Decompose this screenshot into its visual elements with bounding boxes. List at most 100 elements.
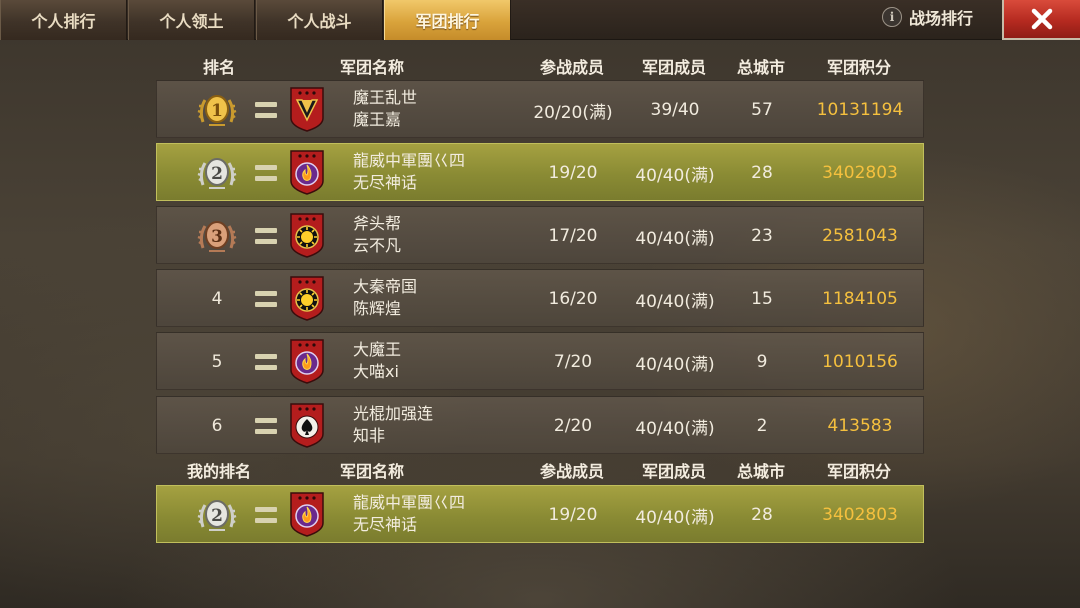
silver-medal-icon: 2 bbox=[197, 500, 237, 531]
score-value: 2581043 bbox=[822, 226, 898, 246]
header-score: 军团积分 bbox=[826, 58, 892, 77]
legion-leader: 无尽神话 bbox=[353, 173, 418, 192]
header-legion-name: 军团名称 bbox=[339, 58, 405, 77]
members-value: 40/40(满) bbox=[635, 228, 715, 249]
header-score: 军团积分 bbox=[826, 462, 892, 481]
legion-name: 斧头帮 bbox=[353, 214, 402, 233]
legion-name: 大秦帝国 bbox=[353, 277, 418, 296]
trend-equal-icon bbox=[255, 270, 277, 328]
table-row[interactable]: 2 龍威中軍團巜四 无尽神话 19/20 40/40(满) 28 3402803 bbox=[156, 143, 924, 201]
legion-name: 龍威中軍團巜四 bbox=[353, 493, 466, 512]
rank-medal-silver: 2 bbox=[197, 144, 237, 202]
header-rank: 排名 bbox=[202, 58, 236, 77]
table-row[interactable]: 5 大魔王 大喵xi 7/20 40/40(满) 9 1010156 bbox=[156, 332, 924, 390]
info-icon[interactable]: i bbox=[882, 7, 902, 27]
legion-leader: 知非 bbox=[353, 426, 386, 445]
table-row[interactable]: 3 斧头帮 云不凡 17/20 40/40(满) 23 2581043 bbox=[156, 206, 924, 264]
participants-value: 19/20 bbox=[548, 505, 598, 525]
score-value: 413583 bbox=[827, 416, 893, 436]
svg-text:1: 1 bbox=[211, 101, 223, 121]
rank-number: 6 bbox=[211, 416, 223, 436]
members-value: 40/40(满) bbox=[635, 507, 715, 528]
legion-name-block: 龍威中軍團巜四 无尽神话 bbox=[353, 150, 465, 194]
rank-medal-silver: 2 bbox=[197, 486, 237, 544]
legion-name-block: 大秦帝国 陈辉煌 bbox=[353, 276, 417, 320]
legion-name-block: 斧头帮 云不凡 bbox=[353, 213, 401, 257]
trend-equal-icon bbox=[255, 333, 277, 391]
tab-personal-battle[interactable]: 个人战斗 bbox=[256, 0, 383, 40]
participants-value: 17/20 bbox=[548, 226, 598, 246]
legion-name-block: 龍威中軍團巜四 无尽神话 bbox=[353, 492, 465, 536]
cities-value: 28 bbox=[751, 163, 773, 183]
close-icon bbox=[1031, 8, 1053, 30]
trend-equal-icon bbox=[255, 81, 277, 139]
legion-name-block: 光棍加强连 知非 bbox=[353, 403, 433, 447]
my-legion-row[interactable]: 2 龍威中軍團巜四 无尽神话 19/20 40/40(满) 28 3402803 bbox=[156, 485, 924, 543]
legion-emblem-chevron-icon bbox=[290, 87, 324, 132]
cities-value: 28 bbox=[751, 505, 773, 525]
legion-emblem-flame-icon bbox=[290, 150, 324, 195]
members-value: 40/40(满) bbox=[635, 418, 715, 439]
cities-value: 57 bbox=[751, 100, 773, 120]
legion-leader: 魔王嘉 bbox=[353, 110, 402, 129]
my-ranking-header: 我的排名 军团名称 参战成员 军团成员 总城市 军团积分 bbox=[156, 458, 924, 484]
svg-text:2: 2 bbox=[211, 506, 223, 526]
legion-name-block: 魔王乱世 魔王嘉 bbox=[353, 87, 417, 131]
members-value: 40/40(满) bbox=[635, 354, 715, 375]
cities-value: 15 bbox=[751, 289, 773, 309]
legion-emblem-flame-icon bbox=[290, 339, 324, 384]
legion-leader: 大喵xi bbox=[353, 362, 399, 381]
ranking-table-header: 排名 军团名称 参战成员 军团成员 总城市 军团积分 bbox=[156, 54, 924, 80]
silver-medal-icon: 2 bbox=[197, 158, 237, 189]
participants-value: 16/20 bbox=[548, 289, 598, 309]
legion-name: 光棍加强连 bbox=[353, 404, 434, 423]
close-button[interactable] bbox=[1002, 0, 1080, 40]
score-value: 3402803 bbox=[822, 163, 898, 183]
table-row[interactable]: 1 魔王乱世 魔王嘉 20/20(满) 39/40 57 10131194 bbox=[156, 80, 924, 138]
participants-value: 7/20 bbox=[553, 352, 593, 372]
participants-value: 19/20 bbox=[548, 163, 598, 183]
header-members: 军团成员 bbox=[641, 58, 707, 77]
trend-equal-icon bbox=[255, 397, 277, 455]
trend-equal-icon bbox=[255, 144, 277, 202]
tab-personal-territory[interactable]: 个人领土 bbox=[128, 0, 255, 40]
legion-emblem-sun-icon bbox=[290, 213, 324, 258]
participants-value: 20/20(满) bbox=[533, 102, 613, 123]
cities-value: 23 bbox=[751, 226, 773, 246]
header-legion-name: 军团名称 bbox=[339, 462, 405, 481]
score-value: 1184105 bbox=[822, 289, 898, 309]
bronze-medal-icon: 3 bbox=[197, 221, 237, 252]
cities-value: 9 bbox=[756, 352, 768, 372]
legion-leader: 陈辉煌 bbox=[353, 299, 402, 318]
svg-text:2: 2 bbox=[211, 164, 223, 184]
legion-leader: 云不凡 bbox=[353, 236, 402, 255]
legion-emblem-flame-icon bbox=[290, 492, 324, 537]
legion-emblem-spade-icon bbox=[290, 403, 324, 448]
members-value: 40/40(满) bbox=[635, 291, 715, 312]
header-cities: 总城市 bbox=[736, 462, 786, 481]
rank-medal-gold: 1 bbox=[197, 81, 237, 139]
score-value: 3402803 bbox=[822, 505, 898, 525]
legion-name-block: 大魔王 大喵xi bbox=[353, 339, 401, 383]
trend-equal-icon bbox=[255, 207, 277, 265]
tab-legion-ranking[interactable]: 军团排行 bbox=[384, 0, 511, 40]
score-value: 1010156 bbox=[822, 352, 898, 372]
table-row[interactable]: 4 大秦帝国 陈辉煌 16/20 40/40(满) 15 1184105 bbox=[156, 269, 924, 327]
battlefield-ranking-label: 战场排行 bbox=[909, 9, 974, 28]
legion-emblem-sun-icon bbox=[290, 276, 324, 321]
legion-leader: 无尽神话 bbox=[353, 515, 418, 534]
legion-name: 魔王乱世 bbox=[353, 88, 418, 107]
header-cities: 总城市 bbox=[736, 58, 786, 77]
members-value: 39/40 bbox=[650, 100, 700, 120]
trend-equal-icon bbox=[255, 486, 277, 544]
cities-value: 2 bbox=[756, 416, 768, 436]
header-my-rank: 我的排名 bbox=[186, 462, 252, 481]
rank-number: 5 bbox=[211, 352, 223, 372]
header-members: 军团成员 bbox=[641, 462, 707, 481]
table-row[interactable]: 6 光棍加强连 知非 2/20 40/40(满) 2 413583 bbox=[156, 396, 924, 454]
rank-number: 4 bbox=[211, 289, 223, 309]
battlefield-ranking-button[interactable]: i 战场排行 bbox=[882, 0, 973, 34]
tab-personal-ranking[interactable]: 个人排行 bbox=[0, 0, 127, 40]
legion-name: 龍威中軍團巜四 bbox=[353, 151, 466, 170]
members-value: 40/40(满) bbox=[635, 165, 715, 186]
